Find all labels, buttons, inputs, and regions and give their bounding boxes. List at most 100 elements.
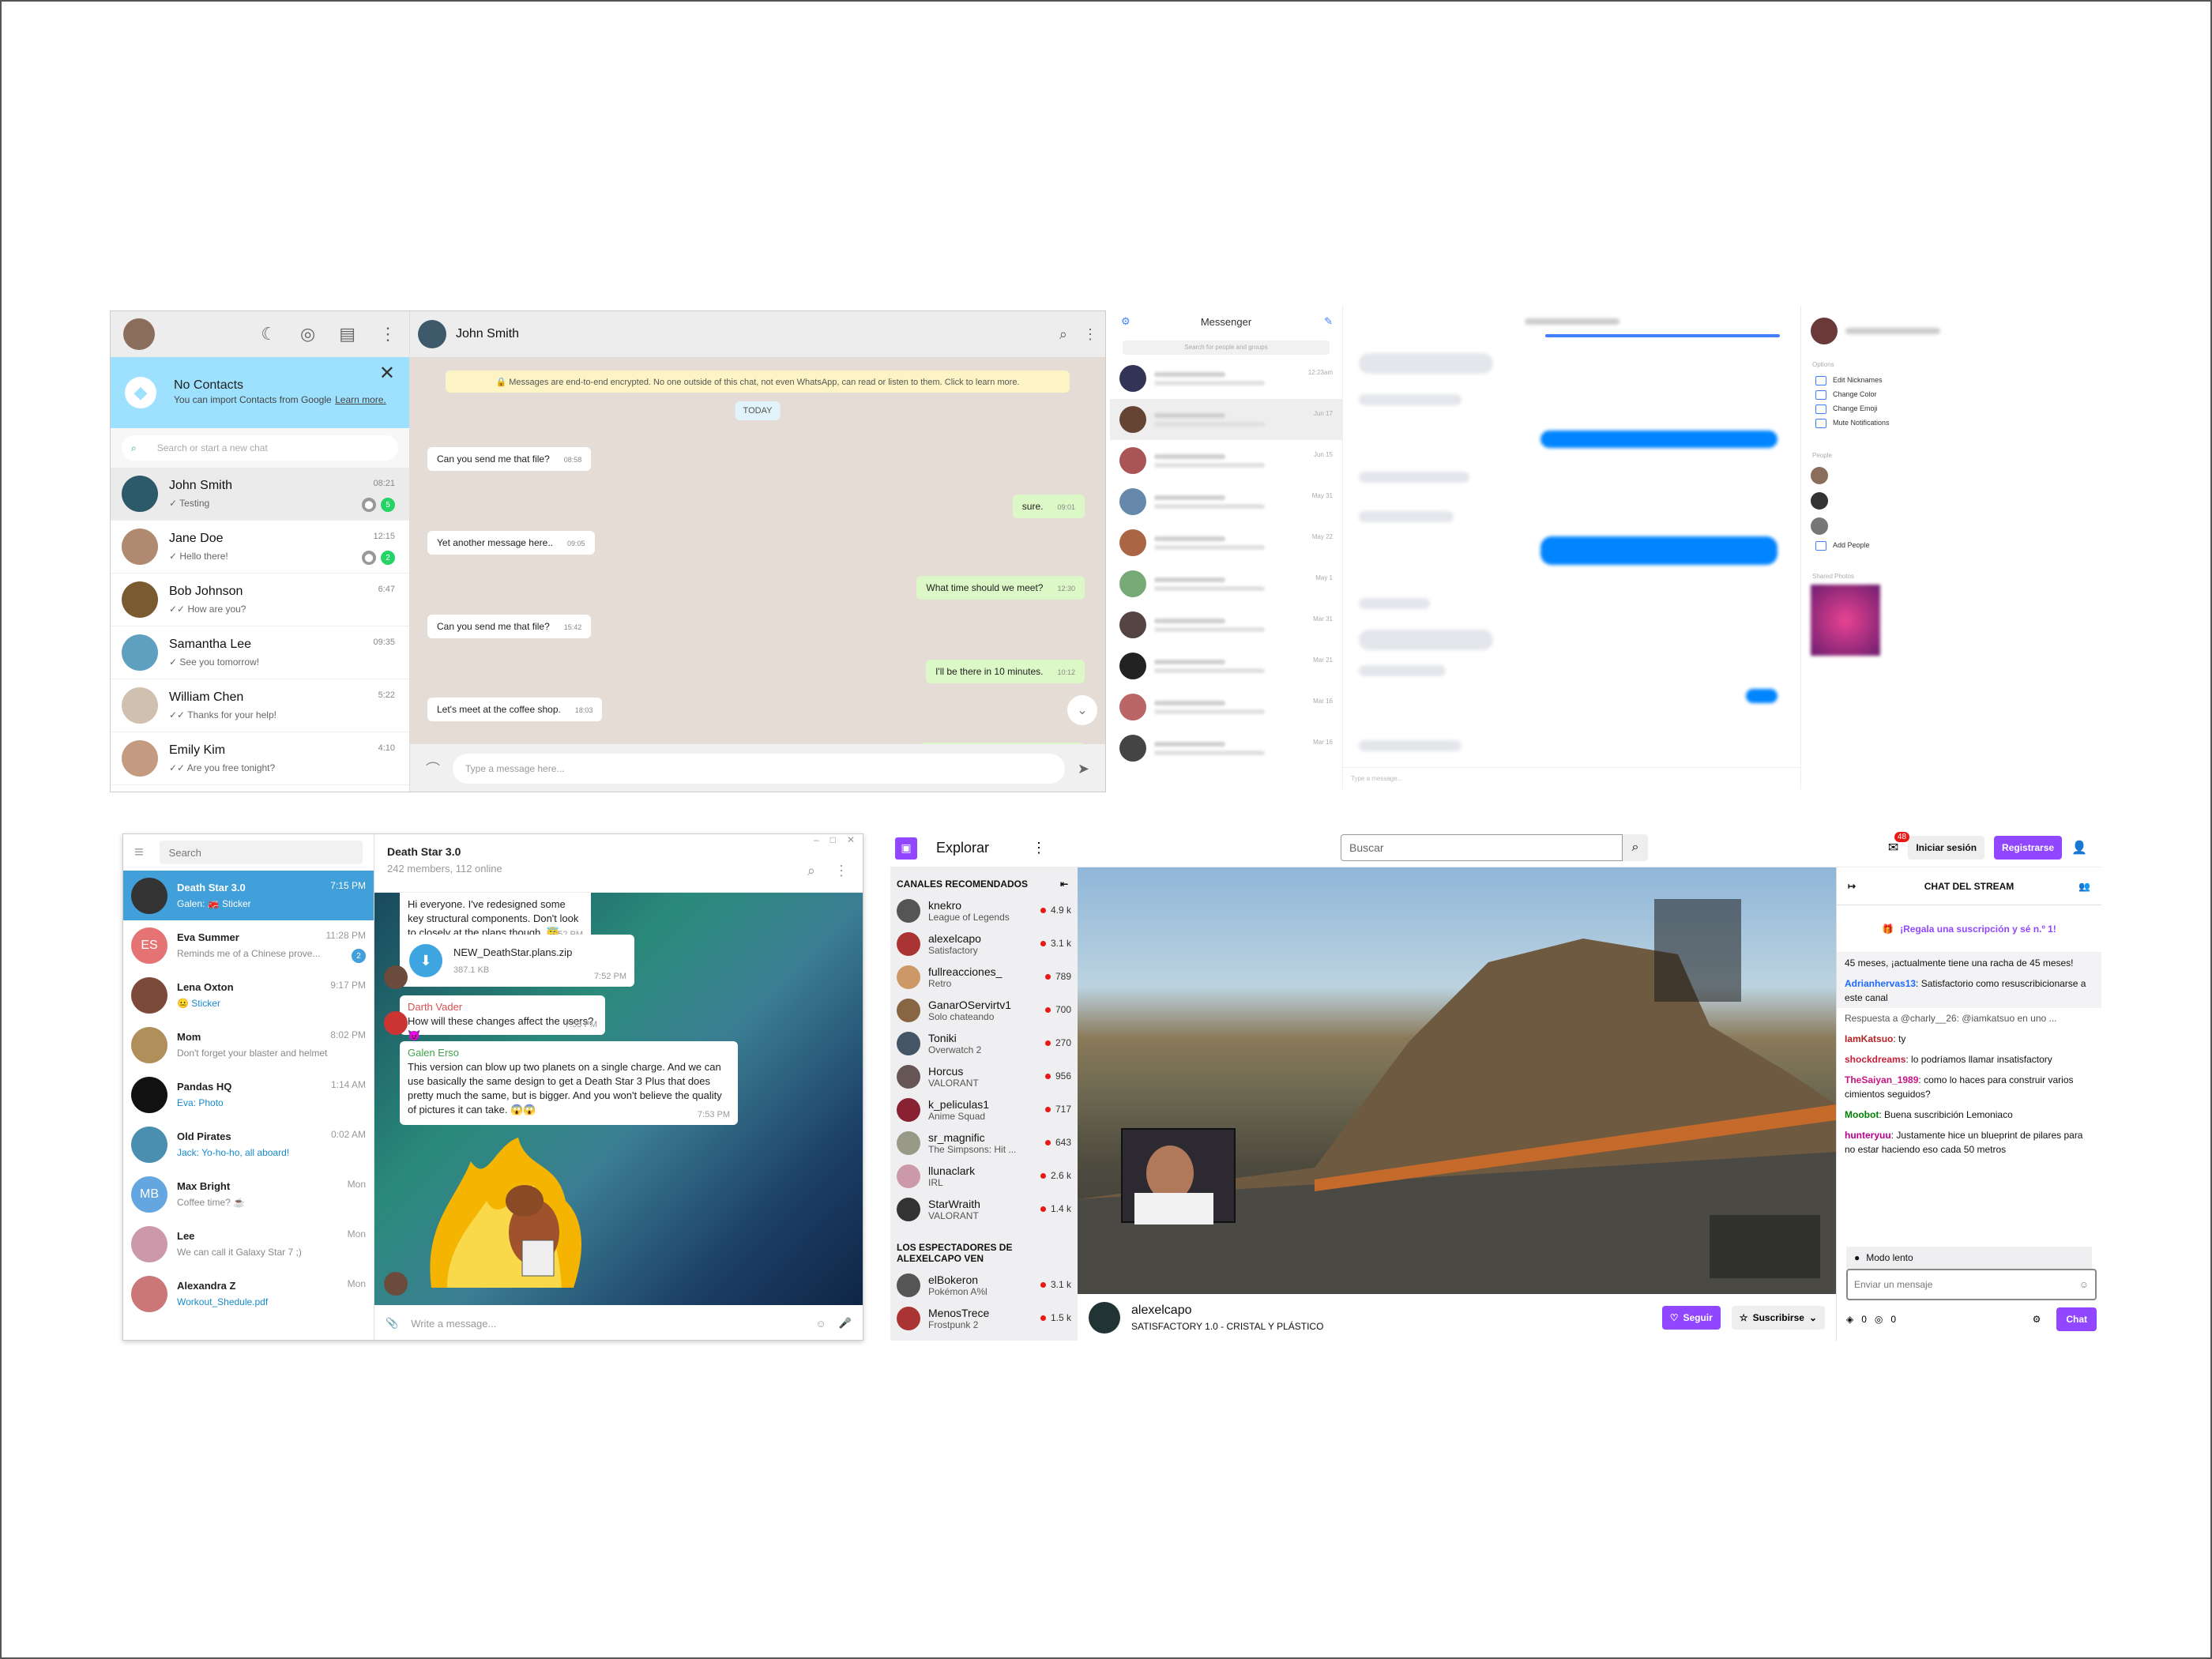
channel-item[interactable]: GanarOServirtv1 Solo chateando 700 (890, 994, 1078, 1027)
conversation-item[interactable]: 12:23am (1110, 358, 1342, 399)
send-icon[interactable]: ➤ (1078, 761, 1089, 777)
conversation-item[interactable]: Jun 15 (1110, 440, 1342, 481)
emoji-icon[interactable]: ☺ (2079, 1279, 2089, 1290)
chat-list-item[interactable]: ES Eva Summer Reminds me of a Chinese prov… (123, 920, 374, 970)
minimize-icon[interactable]: – (814, 834, 819, 845)
search-input[interactable]: Search or start a new chat (157, 442, 268, 453)
file-name[interactable]: NEW_DeathStar.plans.zip (453, 946, 572, 960)
subscribe-button[interactable]: ☆ Suscribirse ⌄ (1731, 1305, 1825, 1330)
chat-message-input[interactable]: Enviar un mensaje ☺ (1846, 1269, 2097, 1300)
messenger-search[interactable]: Search for people and groups (1123, 340, 1330, 355)
chat-username[interactable]: IamKatsuo (1845, 1033, 1893, 1044)
search-icon[interactable]: ⌕ (1059, 326, 1067, 343)
maximize-icon[interactable]: □ (830, 834, 836, 845)
chat-list-item[interactable]: Jane Doe ✓ Hello there! 12:15 ⬤ 2 (111, 521, 409, 574)
contact-avatar[interactable] (122, 529, 158, 565)
galen-avatar[interactable] (384, 1272, 408, 1296)
profile-avatar[interactable] (123, 318, 155, 350)
chat-username[interactable]: Adrianhervas13 (1845, 978, 1916, 989)
conversation-item[interactable]: May 22 (1110, 522, 1342, 563)
chat-list-item[interactable]: Death Star 3.0 Galen: 🚒 Sticker 7:15 PM (123, 871, 374, 920)
messenger-message-input[interactable]: Type a message... (1343, 767, 1800, 789)
vader-avatar[interactable] (384, 1011, 408, 1035)
expand-icon[interactable]: ↦ (1848, 881, 1856, 892)
follow-button[interactable]: ♡ Seguir (1661, 1305, 1721, 1330)
search-icon[interactable]: ⌕ (1623, 834, 1648, 861)
conversation-item[interactable]: Mar 16 (1110, 728, 1342, 769)
more-icon[interactable]: ⋮ (1032, 840, 1046, 856)
channel-item[interactable]: knekro League of Legends 4.9 k (890, 894, 1078, 927)
conversation-item[interactable]: Jun 17 (1110, 399, 1342, 440)
streamer-name[interactable]: alexelcapo (1131, 1304, 1323, 1318)
change-emoji-option[interactable]: Change Emoji (1801, 401, 2034, 416)
menu-icon[interactable]: ⋮ (1083, 326, 1097, 343)
streamer-avatar[interactable] (1089, 1301, 1120, 1334)
person-avatar[interactable] (1811, 467, 1828, 484)
chat-username[interactable]: TheSaiyan_1989 (1845, 1074, 1918, 1085)
chat-list-item[interactable]: MB Max Bright Coffee time? ☕ Mon (123, 1169, 374, 1219)
message-input[interactable]: Type a message here... (453, 754, 1065, 784)
microphone-icon[interactable]: 🎤 (839, 1317, 852, 1330)
sender-name[interactable]: Darth Vader (408, 1000, 597, 1014)
group-name[interactable]: Death Star 3.0 (387, 845, 850, 858)
register-button[interactable]: Registrarse (1994, 836, 2063, 860)
collapse-icon[interactable]: ⇤ (1060, 878, 1068, 890)
telegram-message-input[interactable]: Write a message... (411, 1318, 803, 1330)
conversation-item[interactable]: Mar 16 (1110, 687, 1342, 728)
login-button[interactable]: Iniciar sesión (1908, 836, 1985, 860)
gift-banner[interactable]: 🎁 ¡Regala una suscripción y sé n.º 1! (1837, 905, 2101, 953)
twitch-search-input[interactable]: Buscar (1341, 834, 1623, 861)
channel-item[interactable]: alexelcapo Satisfactory 3.1 k (890, 927, 1078, 961)
sender-name[interactable]: Galen Erso (408, 1046, 730, 1060)
channel-item[interactable]: MenosTrece Frostpunk 2 1.5 k (890, 1302, 1078, 1335)
channel-item[interactable]: k_peliculas1 Anime Squad 717 (890, 1093, 1078, 1127)
notifications-icon[interactable]: ✉ 48 (1888, 832, 1910, 856)
chat-list-item[interactable]: Alexandra Z Workout_Shedule.pdf Mon (123, 1269, 374, 1319)
chat-list-item[interactable]: Samantha Lee ✓ See you tomorrow! 09:35 (111, 626, 409, 679)
add-people-option[interactable]: Add People (1801, 538, 2034, 552)
search-icon[interactable]: ⌕ (807, 863, 815, 879)
conversation-item[interactable]: Mar 21 (1110, 645, 1342, 687)
conversation-item[interactable]: May 31 (1110, 481, 1342, 522)
download-icon[interactable]: ⬇ (409, 944, 442, 977)
user-icon[interactable]: 👤 (2071, 840, 2087, 856)
close-icon[interactable]: ✕ (379, 362, 395, 385)
channel-item[interactable]: elBokeron Pokémon A%l 3.1 k (890, 1269, 1078, 1302)
contact-avatar[interactable] (122, 581, 158, 618)
status-icon[interactable]: ◎ (300, 324, 315, 344)
menu-icon[interactable]: ⋮ (379, 324, 397, 344)
conversation-item[interactable]: May 1 (1110, 563, 1342, 604)
chat-list-item[interactable]: Lee We can call it Galaxy Star 7 ;) Mon (123, 1219, 374, 1269)
emoji-icon[interactable]: ☺ (816, 1318, 826, 1330)
users-icon[interactable]: 👥 (2078, 881, 2090, 892)
chat-username[interactable]: shockdreams (1845, 1054, 1905, 1065)
twitch-logo-icon[interactable]: ▣ (895, 837, 917, 860)
chat-username[interactable]: hunteryuu (1845, 1130, 1891, 1141)
channel-item[interactable]: llunaclark IRL 2.6 k (890, 1160, 1078, 1193)
channel-item[interactable]: fullreacciones_ Retro 789 (890, 961, 1078, 994)
telegram-search[interactable]: Search (159, 841, 363, 864)
chat-list-item[interactable]: Old Pirates Jack: Yo-ho-ho, all aboard! 0:… (123, 1119, 374, 1169)
scroll-down-button[interactable]: ⌄ (1067, 695, 1097, 725)
channel-item[interactable]: Horcus VALORANT 956 (890, 1060, 1078, 1093)
channel-item[interactable]: StarWraith VALORANT 1.4 k (890, 1193, 1078, 1226)
contact-name[interactable]: John Smith (456, 327, 519, 341)
person-avatar[interactable] (1811, 517, 1828, 535)
attach-icon[interactable]: 📎 (386, 1317, 398, 1330)
compose-icon[interactable]: ✎ (1324, 315, 1333, 328)
menu-icon[interactable]: ≡ (134, 844, 144, 862)
contact-avatar[interactable] (122, 634, 158, 671)
chat-list-item[interactable]: William Chen ✓✓ Thanks for your help! 5:22 (111, 679, 409, 732)
mute-notifications-option[interactable]: Mute Notifications (1801, 416, 2034, 430)
edit-nicknames-option[interactable]: Edit Nicknames (1801, 373, 2034, 387)
contact-avatar[interactable] (418, 320, 446, 348)
channel-points-icon[interactable]: ◈ (1846, 1314, 1853, 1325)
contact-avatar[interactable] (122, 740, 158, 777)
stream-video[interactable] (1078, 867, 1836, 1294)
chat-list-item[interactable]: Lena Oxton 😐 Sticker 9:17 PM (123, 970, 374, 1020)
channel-item[interactable]: Toniki Overwatch 2 270 (890, 1027, 1078, 1060)
change-color-option[interactable]: Change Color (1801, 387, 2034, 401)
conversation-item[interactable]: Mar 31 (1110, 604, 1342, 645)
settings-icon[interactable]: ⚙ (2033, 1314, 2041, 1325)
bits-icon[interactable]: ◎ (1875, 1314, 1883, 1325)
